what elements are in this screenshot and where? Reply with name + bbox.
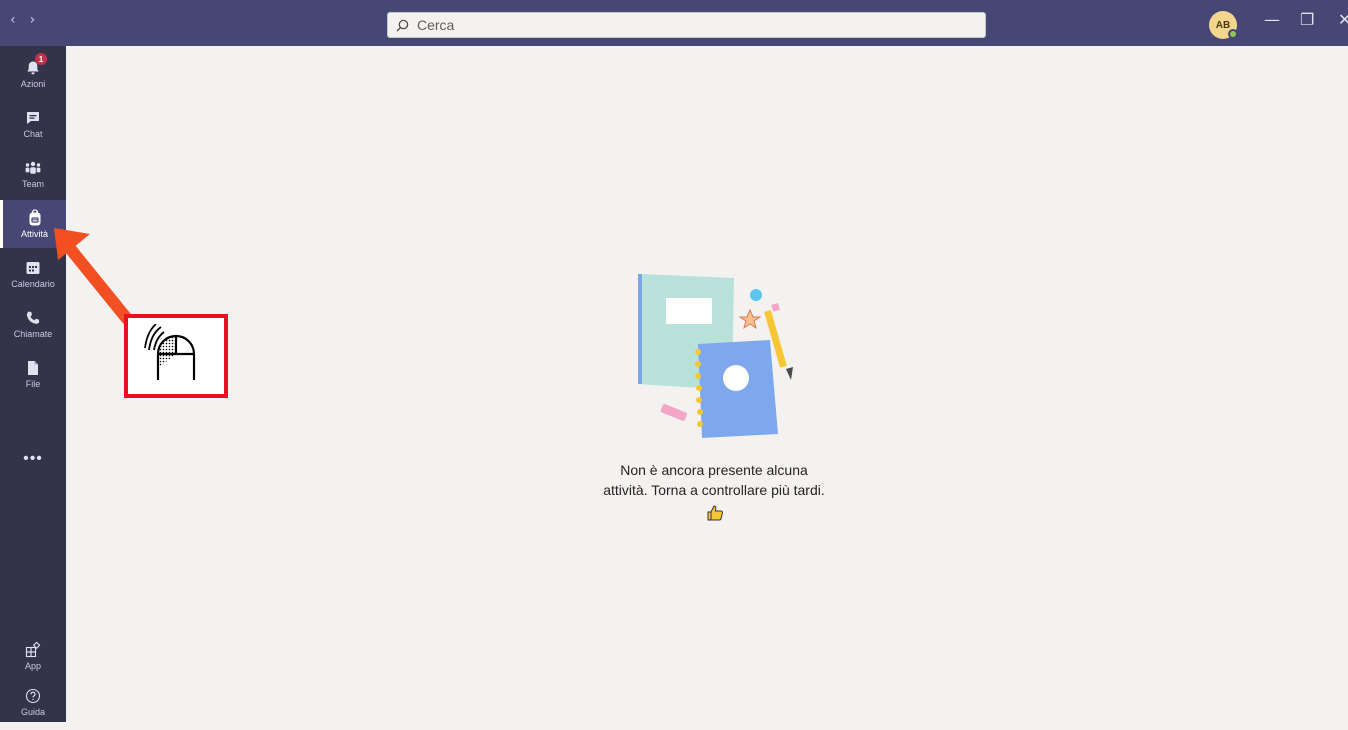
restore-button[interactable]: ❐ <box>1300 10 1314 29</box>
empty-state-line-2: attività. Torna a controllare più tardi. <box>603 482 825 498</box>
teams-icon <box>24 159 42 177</box>
sidebar-item-label: Chat <box>23 129 43 139</box>
thumbs-up-icon <box>707 505 723 521</box>
minimize-button[interactable]: — <box>1264 10 1280 29</box>
sidebar-item-label: File <box>25 379 41 389</box>
phone-icon <box>25 309 41 327</box>
more-apps-button[interactable]: ••• <box>0 450 66 468</box>
close-button[interactable]: ✕ <box>1338 10 1348 29</box>
sidebar-item-chat[interactable]: Chat <box>0 100 66 148</box>
apps-icon <box>25 641 41 659</box>
calendar-icon <box>25 259 41 277</box>
backpack-icon <box>27 209 43 227</box>
sidebar-item-label: Calendario <box>11 279 55 289</box>
sidebar-item-label: Azioni <box>20 79 46 89</box>
empty-state-line-1: Non è ancora presente alcuna <box>620 462 808 478</box>
search-box[interactable] <box>387 12 986 38</box>
sidebar-item-label: Guida <box>20 707 46 717</box>
help-icon <box>25 687 41 705</box>
bell-icon: 1 <box>25 53 47 77</box>
sidebar-item-label: Attività <box>20 229 48 239</box>
search-icon <box>396 19 409 31</box>
sidebar-item-guida[interactable]: Guida <box>0 678 66 726</box>
avatar[interactable]: AB <box>1209 11 1238 39</box>
empty-state-message: Non è ancora presente alcuna attività. T… <box>554 460 874 500</box>
sidebar-item-file[interactable]: File <box>0 350 66 398</box>
sidebar-item-azioni[interactable]: 1 Azioni <box>0 50 66 98</box>
sidebar-item-label: Chiamate <box>13 329 53 339</box>
search-input[interactable] <box>415 16 959 34</box>
presence-available-icon <box>1228 29 1238 39</box>
sidebar-item-team[interactable]: Team <box>0 150 66 198</box>
mouse-click-callout <box>124 314 228 398</box>
sidebar-item-label: Team <box>21 179 44 189</box>
back-button[interactable]: ‹ <box>10 12 30 28</box>
chat-icon <box>25 109 41 127</box>
title-bar: ‹› AB — ❐ ✕ <box>0 0 1348 46</box>
forward-button[interactable]: › <box>30 12 50 28</box>
activity-empty-view: Non è ancora presente alcuna attività. T… <box>66 46 1348 722</box>
mouse-left-click-icon <box>144 324 196 380</box>
notebooks-illustration <box>638 274 793 438</box>
sidebar-item-app[interactable]: App <box>0 632 66 680</box>
history-nav: ‹› <box>10 12 49 28</box>
avatar-initials: AB <box>1215 19 1231 31</box>
notification-badge: 1 <box>35 53 47 65</box>
sidebar-item-label: App <box>24 661 41 671</box>
app-bar: 1 Azioni Chat Team Attività Calendario C… <box>0 46 66 722</box>
file-icon <box>26 359 40 377</box>
